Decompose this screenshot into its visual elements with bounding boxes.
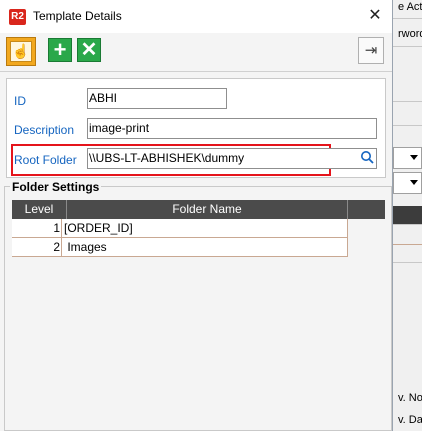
template-details-dialog: R2 Template Details ✕ ☝ + ✕ ⇥ ID ABHI De… xyxy=(0,0,393,431)
cell-level[interactable]: 2 xyxy=(12,238,62,256)
cell-folder-name[interactable]: [ORDER_ID] xyxy=(62,219,348,237)
bg-divider xyxy=(393,46,422,47)
id-field[interactable]: ABHI xyxy=(87,88,227,109)
plus-icon: + xyxy=(53,37,67,62)
root-folder-label: Root Folder xyxy=(14,153,77,167)
app-logo-icon: R2 xyxy=(9,9,26,25)
bg-text-bottom-2: v. Da xyxy=(398,414,422,426)
bg-combo[interactable] xyxy=(393,172,422,194)
table-row[interactable]: 1 [ORDER_ID] xyxy=(12,219,348,238)
bg-grid-header xyxy=(393,206,422,224)
hand-pointer-icon: ☝ xyxy=(10,41,32,62)
bg-text-top: e Acti xyxy=(398,1,422,13)
grid-header: Level Folder Name xyxy=(12,200,385,219)
description-label: Description xyxy=(14,123,75,137)
folder-settings-title: Folder Settings xyxy=(10,180,102,194)
chevron-down-icon xyxy=(410,180,418,185)
bg-divider xyxy=(393,262,422,263)
chevron-down-icon xyxy=(410,155,418,160)
window-title: Template Details xyxy=(33,9,122,23)
x-icon: ✕ xyxy=(80,39,98,61)
bg-divider xyxy=(393,18,422,19)
select-button[interactable]: ☝ xyxy=(6,37,36,66)
root-folder-field[interactable]: \\UBS-LT-ABHISHEK\dummy xyxy=(87,148,377,169)
bg-combo[interactable] xyxy=(393,147,422,169)
cell-level[interactable]: 1 xyxy=(12,219,62,237)
column-header-level[interactable]: Level xyxy=(12,200,67,219)
id-label: ID xyxy=(14,94,26,108)
description-field[interactable]: image-print xyxy=(87,118,377,139)
exit-button[interactable]: ⇥ xyxy=(358,37,384,64)
template-form-panel: ID ABHI Description image-print Root Fol… xyxy=(6,78,386,178)
exit-icon: ⇥ xyxy=(364,42,378,59)
bg-divider xyxy=(393,101,422,102)
bg-divider xyxy=(393,224,422,225)
table-row[interactable]: 2 Images xyxy=(12,238,348,257)
search-icon[interactable] xyxy=(360,150,374,164)
column-header-folder-name[interactable]: Folder Name xyxy=(67,200,348,219)
bg-divider xyxy=(393,244,422,245)
add-button[interactable]: + xyxy=(48,38,72,62)
background-app: e Acti rword v. No v. Da xyxy=(393,0,422,431)
toolbar: ☝ + ✕ ⇥ xyxy=(0,33,392,72)
cell-folder-name[interactable]: Images xyxy=(62,238,348,256)
bg-text-bottom-1: v. No xyxy=(398,392,422,404)
bg-text-second: rword xyxy=(398,28,422,40)
bg-divider xyxy=(393,125,422,126)
delete-button[interactable]: ✕ xyxy=(77,38,101,62)
title-bar[interactable]: R2 Template Details ✕ xyxy=(0,0,392,33)
close-button[interactable]: ✕ xyxy=(362,3,388,29)
